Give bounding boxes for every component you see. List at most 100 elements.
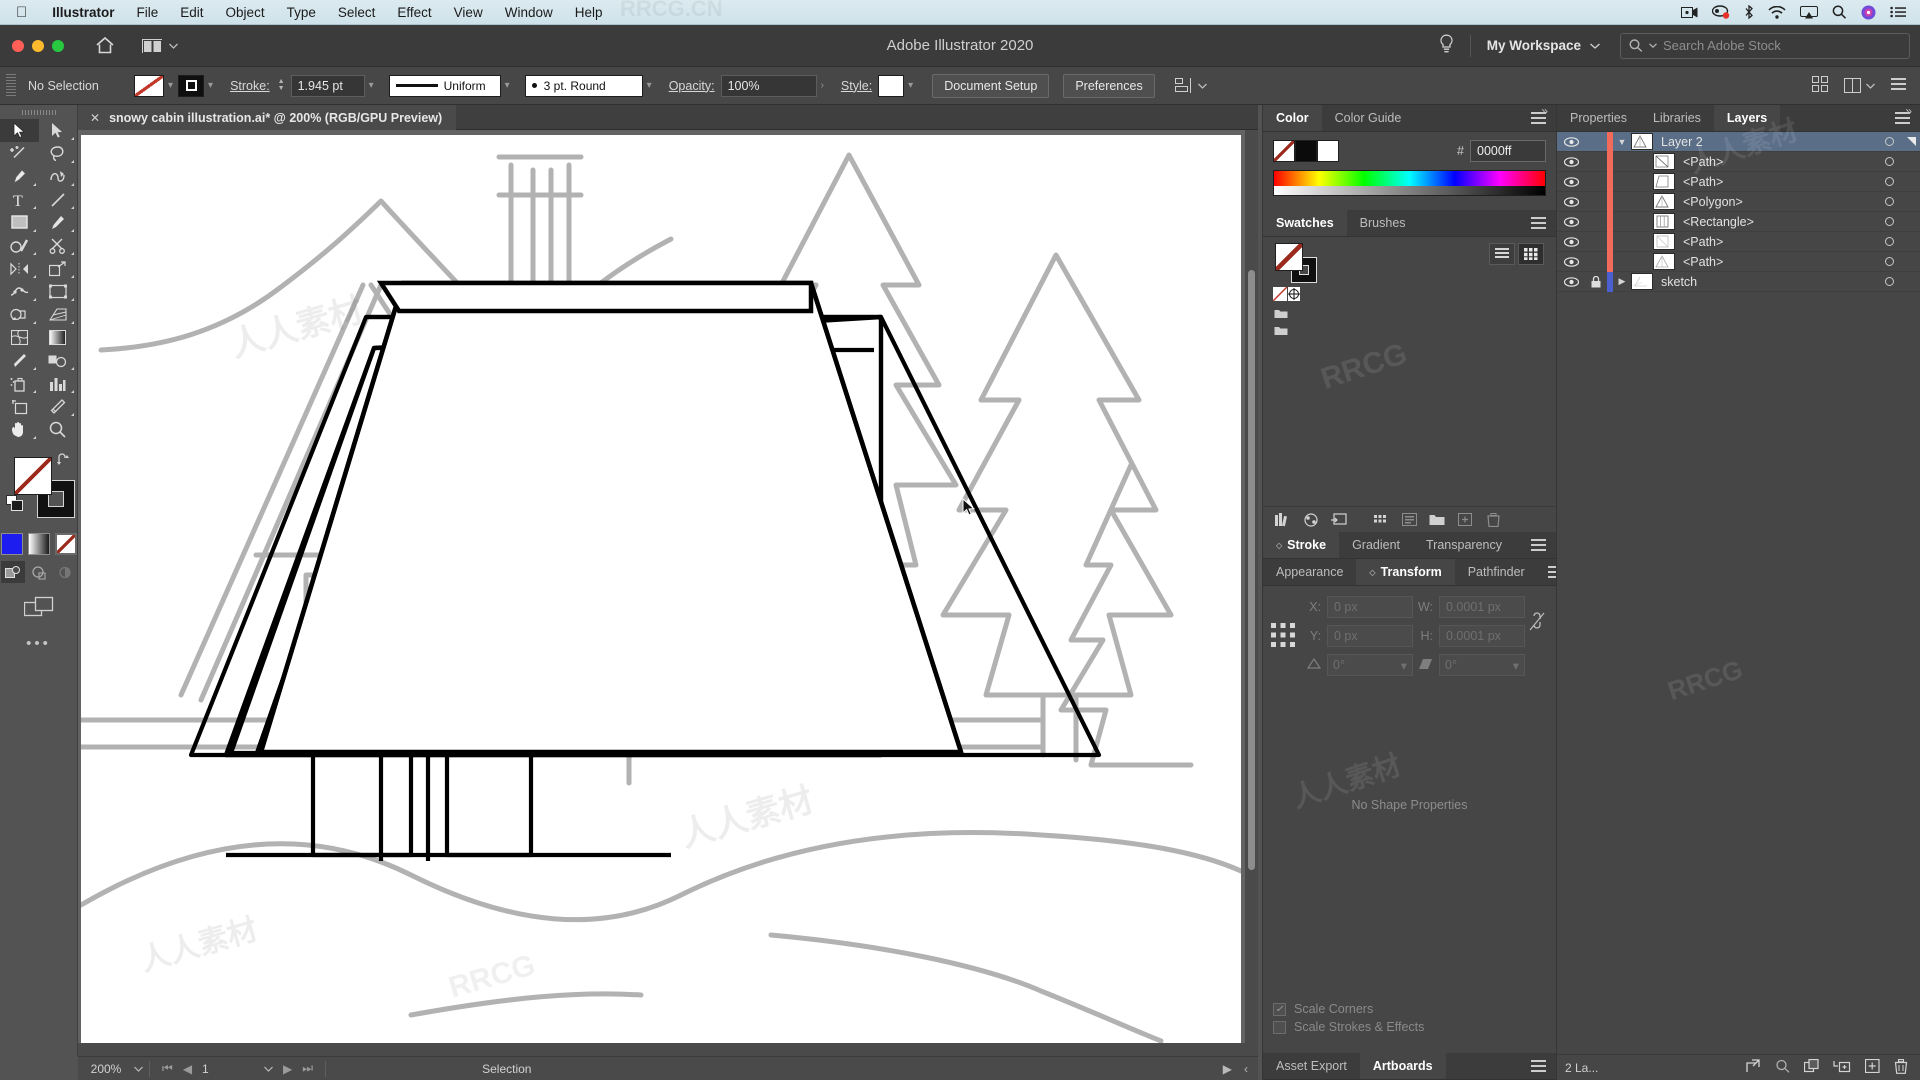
- menu-illustrator[interactable]: Illustrator: [41, 5, 125, 20]
- home-icon[interactable]: [90, 31, 120, 61]
- swatch-kinds-icon[interactable]: [1367, 513, 1395, 527]
- tab-brushes[interactable]: Brushes: [1347, 210, 1419, 236]
- artboard[interactable]: [78, 135, 1244, 1055]
- target-indicator-icon[interactable]: [1874, 277, 1904, 286]
- layer-name[interactable]: <Rectangle>: [1683, 215, 1874, 229]
- swatches-grid[interactable]: [1273, 287, 1546, 338]
- width-tool[interactable]: [0, 280, 39, 303]
- menu-object[interactable]: Object: [215, 5, 276, 20]
- layer-row-path[interactable]: <Path>: [1557, 251, 1920, 272]
- transform-w-input[interactable]: 0.0001 px: [1439, 596, 1525, 618]
- layer-name[interactable]: <Path>: [1683, 255, 1874, 269]
- tab-color[interactable]: Color: [1263, 105, 1322, 131]
- layers-panel-menu-icon[interactable]: [1885, 105, 1920, 131]
- tab-artboards[interactable]: Artboards: [1359, 1053, 1446, 1079]
- scissors-tool[interactable]: [39, 234, 78, 257]
- transform-y-input[interactable]: 0 px: [1327, 625, 1413, 647]
- stroke-weight-input[interactable]: 1.945 pt: [290, 74, 365, 97]
- transform-x-input[interactable]: 0 px: [1327, 596, 1413, 618]
- visibility-eye-icon[interactable]: [1557, 156, 1585, 167]
- layer-name[interactable]: <Path>: [1683, 155, 1874, 169]
- magic-wand-tool[interactable]: [0, 142, 39, 165]
- brush-definition-dropdown[interactable]: 3 pt. Round: [524, 74, 643, 97]
- mesh-tool[interactable]: [0, 326, 39, 349]
- black-swatch[interactable]: [1295, 140, 1317, 162]
- bluetooth-icon[interactable]: [1744, 5, 1754, 19]
- chevron-down-icon[interactable]: ▾: [908, 80, 913, 91]
- lock-icon[interactable]: [1585, 275, 1607, 288]
- rotate-tool[interactable]: [0, 257, 39, 280]
- type-tool[interactable]: T: [0, 188, 39, 211]
- tab-properties[interactable]: Properties: [1557, 105, 1640, 131]
- color-panel-menu-icon[interactable]: [1521, 105, 1556, 131]
- arrange-layout-icon[interactable]: [1844, 78, 1875, 93]
- color-spectrum-ramp[interactable]: [1273, 170, 1546, 196]
- layer-row-polygon[interactable]: <Polygon>: [1557, 191, 1920, 212]
- close-icon[interactable]: ✕: [90, 111, 100, 125]
- tab-swatches[interactable]: Swatches: [1263, 210, 1347, 236]
- chevron-right-icon[interactable]: ▶: [1613, 276, 1631, 287]
- minimize-window-button[interactable]: [32, 39, 44, 52]
- canvas-horizontal-scrollbar[interactable]: [78, 1043, 1245, 1056]
- tab-transparency[interactable]: Transparency: [1413, 532, 1515, 558]
- chevron-down-icon[interactable]: ▾: [168, 80, 173, 91]
- chevron-down-icon[interactable]: ▾: [369, 80, 374, 91]
- chevron-down-icon[interactable]: ▾: [1401, 658, 1407, 673]
- layer-row-rectangle[interactable]: <Rectangle>: [1557, 211, 1920, 232]
- last-page-icon[interactable]: ⏭: [302, 1061, 313, 1076]
- eyedropper-tool[interactable]: [0, 349, 39, 372]
- tab-color-guide[interactable]: Color Guide: [1322, 105, 1415, 131]
- chevron-down-icon[interactable]: ▾: [208, 80, 213, 91]
- siri-icon[interactable]: [1861, 5, 1876, 20]
- target-indicator-icon[interactable]: [1874, 237, 1904, 246]
- pen-tool[interactable]: [0, 165, 39, 188]
- stroke-weight-stepper[interactable]: ▲ ▼: [278, 78, 285, 92]
- hand-tool[interactable]: [0, 418, 39, 441]
- scale-tool[interactable]: [39, 257, 78, 280]
- swatch-libraries-icon[interactable]: [1269, 512, 1297, 527]
- gradient-tool[interactable]: [39, 326, 78, 349]
- free-transform-tool[interactable]: [39, 280, 78, 303]
- headphones-icon[interactable]: [1712, 5, 1730, 19]
- blend-tool[interactable]: [39, 349, 78, 372]
- locate-object-icon[interactable]: [1775, 1059, 1790, 1077]
- bottom-panel-menu-icon[interactable]: [1521, 1053, 1556, 1079]
- spotlight-search-icon[interactable]: [1832, 5, 1847, 19]
- wifi-icon[interactable]: [1768, 5, 1786, 19]
- target-indicator-icon[interactable]: [1874, 177, 1904, 186]
- new-swatch-group-icon[interactable]: [1423, 513, 1451, 526]
- layer-name[interactable]: Layer 2: [1661, 135, 1874, 149]
- target-indicator-icon[interactable]: [1874, 217, 1904, 226]
- canvas-vertical-scrollbar[interactable]: [1245, 130, 1258, 1056]
- color-mode-button[interactable]: [0, 533, 23, 555]
- new-swatch-icon[interactable]: [1451, 513, 1479, 526]
- previous-page-icon[interactable]: ◀: [183, 1062, 192, 1076]
- default-fill-stroke-icon[interactable]: [6, 495, 24, 515]
- rectangle-tool[interactable]: [0, 211, 39, 234]
- add-to-library-icon[interactable]: [1325, 512, 1353, 527]
- perspective-grid-tool[interactable]: [39, 303, 78, 326]
- layer-row-layer-2[interactable]: ▼ Layer 2: [1557, 131, 1920, 152]
- layer-row-path[interactable]: <Path>: [1557, 151, 1920, 172]
- target-indicator-icon[interactable]: [1874, 197, 1904, 206]
- target-indicator-icon[interactable]: [1874, 137, 1904, 146]
- screen-mode-icon[interactable]: [0, 595, 77, 619]
- white-swatch[interactable]: [1317, 140, 1339, 162]
- make-clipping-mask-icon[interactable]: [1803, 1058, 1819, 1077]
- control-bar-menu-icon[interactable]: [1891, 78, 1906, 93]
- first-page-icon[interactable]: ⏮: [162, 1061, 173, 1076]
- visibility-eye-icon[interactable]: [1557, 216, 1585, 227]
- chevron-down-icon[interactable]: ▼: [1613, 137, 1631, 147]
- draw-inside-icon[interactable]: [53, 561, 77, 583]
- new-sublayer-icon[interactable]: [1833, 1059, 1851, 1077]
- swatch-group-folder-icon[interactable]: [1273, 305, 1289, 321]
- arrange-grid-icon[interactable]: [1812, 76, 1828, 95]
- chevron-down-icon[interactable]: [264, 1066, 273, 1072]
- constrain-proportions-icon[interactable]: [1525, 611, 1548, 633]
- tab-stroke[interactable]: ◇ Stroke: [1263, 532, 1340, 558]
- draw-behind-icon[interactable]: [27, 561, 51, 583]
- swatch-group-folder-icon[interactable]: [1273, 322, 1289, 338]
- status-resize-icon[interactable]: ‹: [1244, 1062, 1248, 1076]
- opacity-input[interactable]: 100%: [720, 74, 817, 97]
- symbol-sprayer-tool[interactable]: [0, 372, 39, 395]
